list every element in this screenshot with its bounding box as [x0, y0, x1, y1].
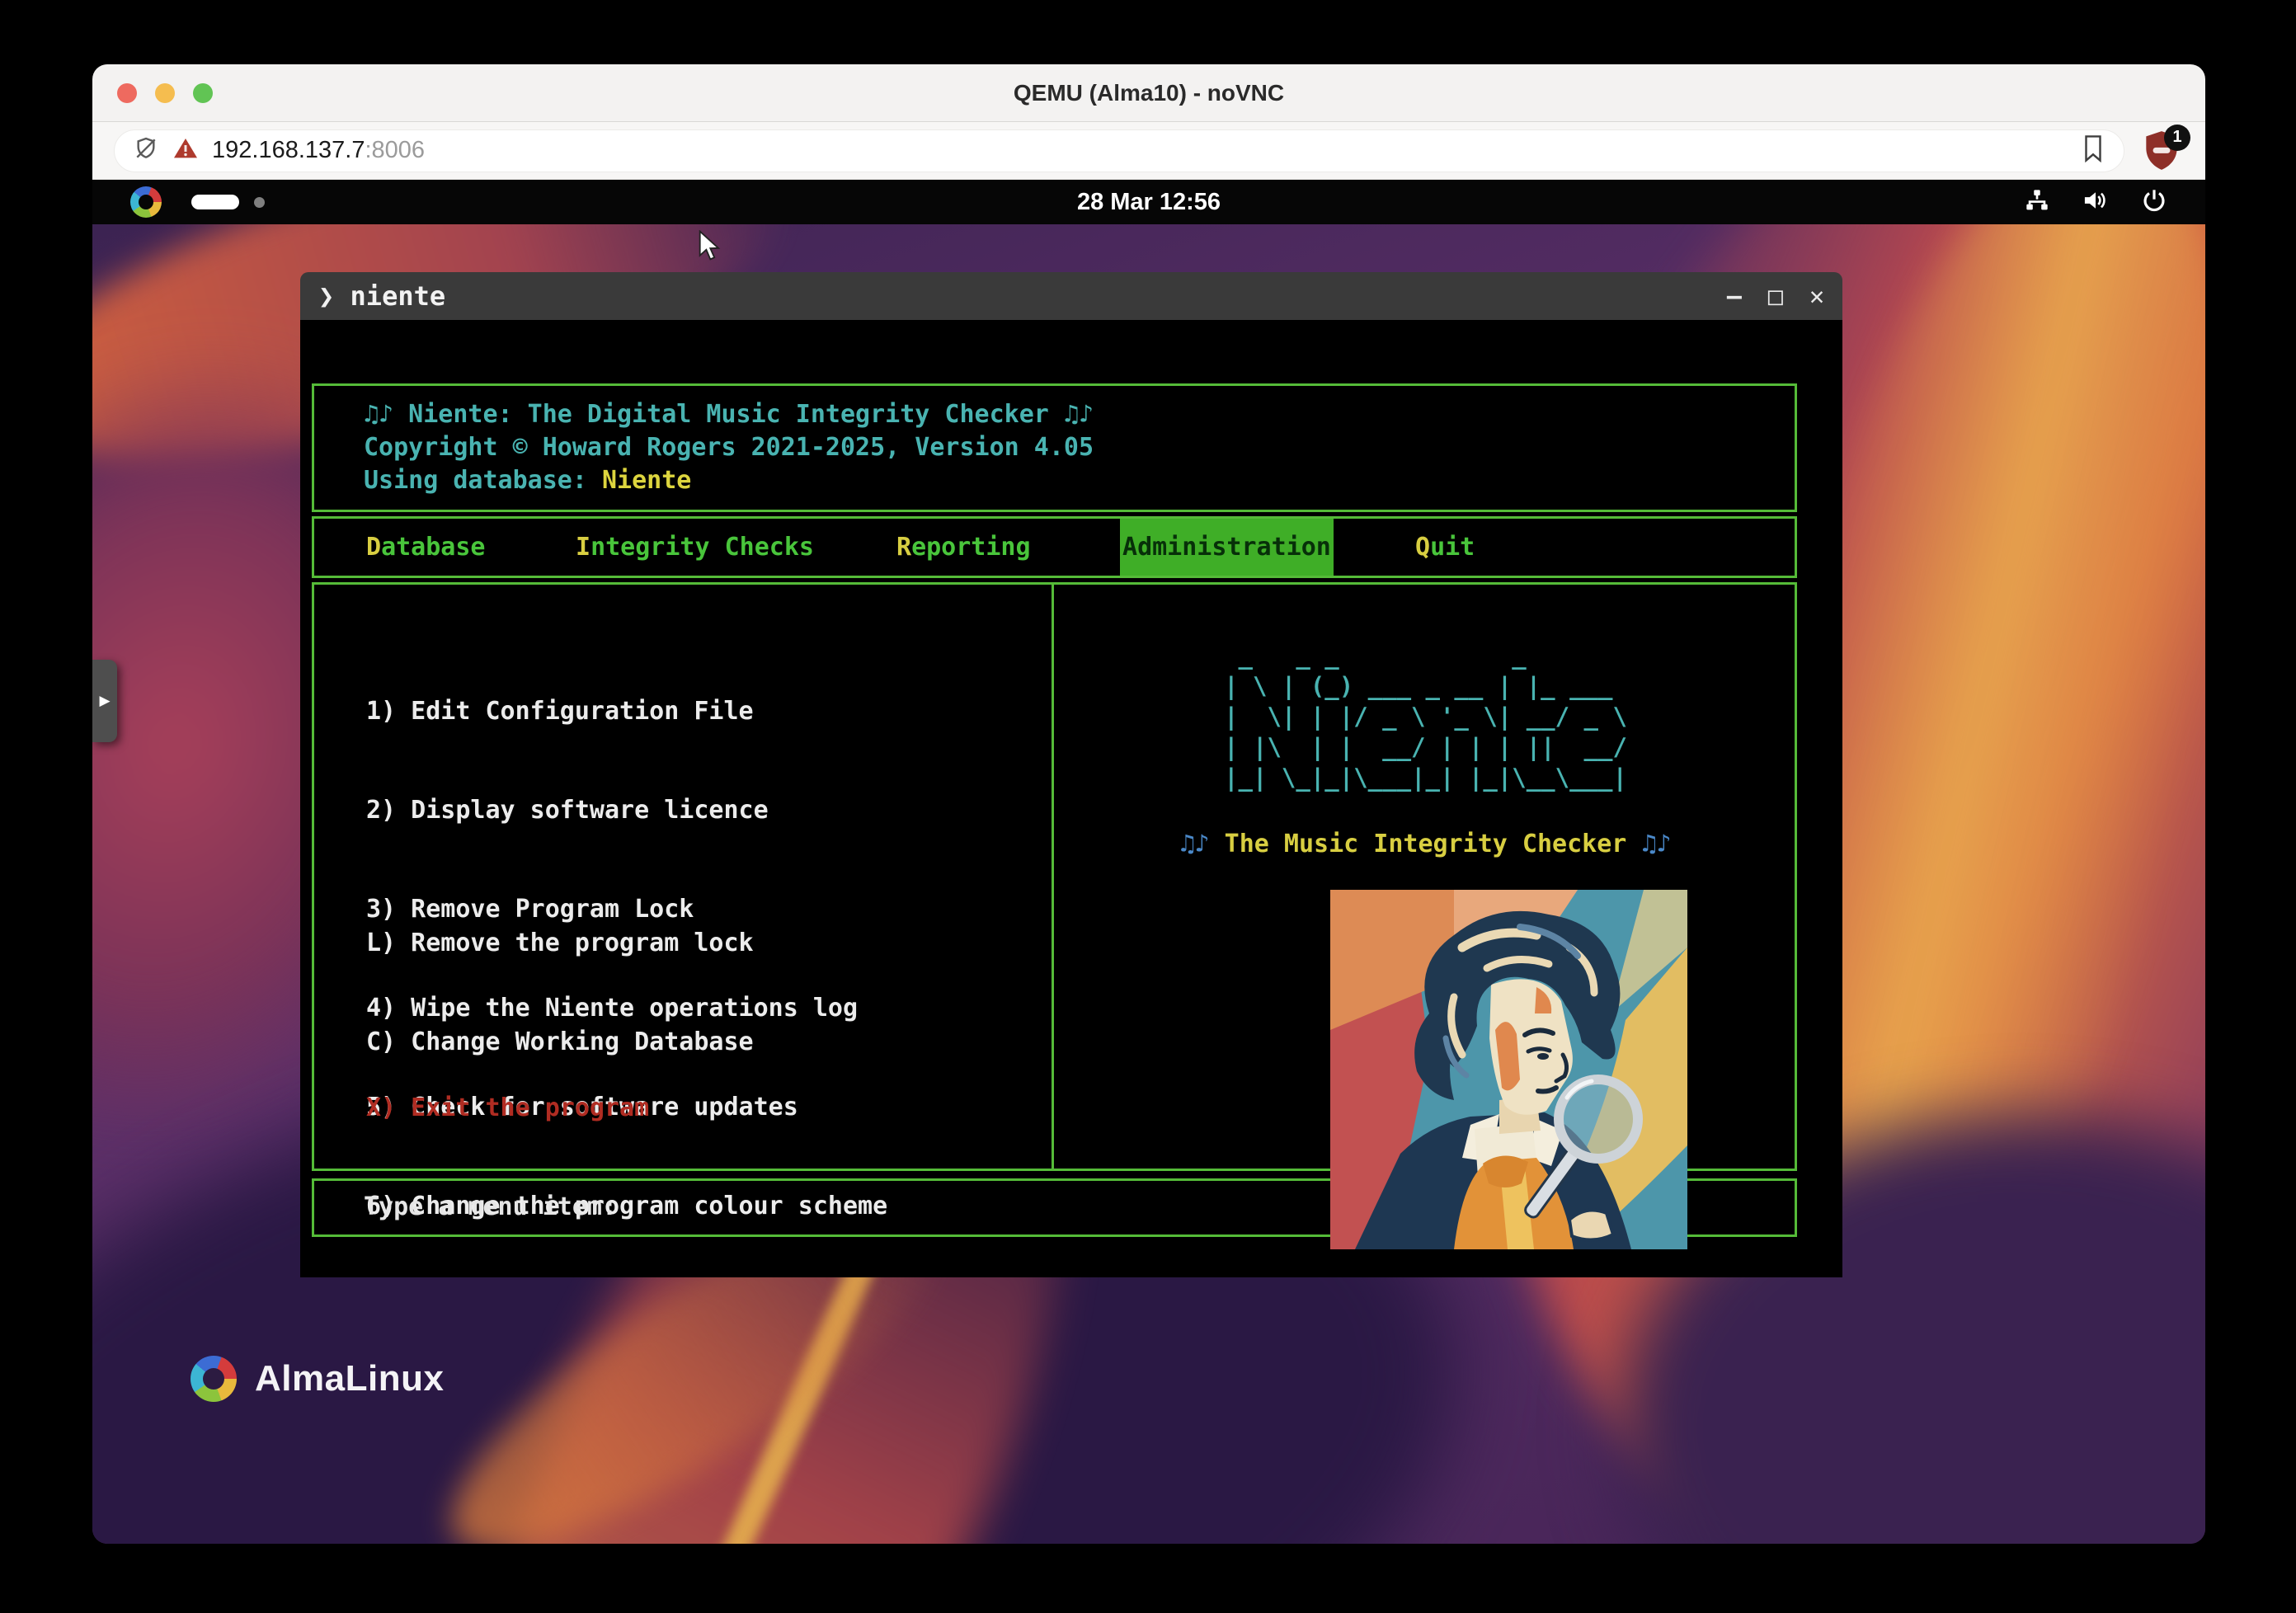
url-port: :8006	[365, 137, 425, 163]
almalinux-logo-icon	[191, 1356, 237, 1402]
app-tagline: ♫♪ The Music Integrity Checker ♫♪	[1054, 828, 1797, 861]
gnome-clock[interactable]: 28 Mar 12:56	[1077, 189, 1221, 216]
address-bar[interactable]: 192.168.137.7:8006	[114, 129, 2124, 172]
terminal-window-controls: – □ ✕	[1727, 282, 1824, 311]
app-database-line: Using database: Niente	[364, 464, 1795, 497]
beethoven-artwork	[1330, 890, 1687, 1249]
app-copyright-line: Copyright © Howard Rogers 2021-2025, Ver…	[364, 431, 1795, 464]
terminal-maximize-icon[interactable]: □	[1768, 282, 1783, 311]
submenu-item: 2) Display software licence	[366, 794, 887, 827]
mouse-cursor	[696, 230, 724, 267]
submenu-letter-items: L) Remove the program lock C) Change Wor…	[366, 861, 754, 1125]
submenu-item: C) Change Working Database	[366, 1026, 754, 1059]
network-icon[interactable]	[2024, 187, 2050, 218]
submenu-item: 1) Edit Configuration File	[366, 695, 887, 728]
activities-distro-icon[interactable]	[130, 186, 162, 218]
browser-window: QEMU (Alma10) - noVNC 192.168.137.7:8006	[92, 64, 2205, 1544]
shield-badge-count: 1	[2164, 125, 2190, 151]
shield-off-icon	[133, 135, 159, 166]
submenu-exit-item: X) Exit the program	[366, 1092, 649, 1125]
browser-titlebar: QEMU (Alma10) - noVNC	[92, 64, 2205, 122]
gnome-top-bar: 28 Mar 12:56	[92, 180, 2205, 224]
insecure-warning-icon	[172, 135, 199, 166]
menu-item-reporting[interactable]: Reporting	[896, 519, 1031, 576]
desktop: ▶ ❯ niente – □ ✕	[92, 224, 2205, 1544]
almalinux-logo-text: AlmaLinux	[255, 1358, 444, 1399]
volume-icon[interactable]	[2082, 187, 2110, 218]
fullscreen-window-button[interactable]	[193, 83, 213, 103]
terminal-window: ❯ niente – □ ✕ ♫♪ Niente: The Digital Mu…	[300, 272, 1842, 1277]
menu-item-quit[interactable]: Quit	[1415, 519, 1475, 576]
terminal-titlebar[interactable]: ❯ niente – □ ✕	[300, 272, 1842, 320]
workspace-indicator-active[interactable]	[191, 195, 239, 209]
music-notes-icon: ♫♪	[1641, 830, 1671, 858]
expand-arrow-icon: ▶	[99, 693, 110, 709]
almalinux-logo: AlmaLinux	[191, 1356, 444, 1402]
url-text[interactable]: 192.168.137.7:8006	[212, 137, 425, 164]
gnome-system-tray	[2024, 187, 2167, 218]
menu-bar-box: Database Integrity Checks Reporting Admi…	[312, 516, 1797, 578]
novnc-panel-handle[interactable]: ▶	[92, 660, 117, 742]
terminal-screen[interactable]: ♫♪ Niente: The Digital Music Integrity C…	[300, 320, 1842, 1277]
url-toolbar: 192.168.137.7:8006 1	[92, 122, 2205, 180]
close-window-button[interactable]	[117, 83, 137, 103]
menu-item-integrity-checks[interactable]: Integrity Checks	[576, 519, 814, 576]
shield-extension-button[interactable]: 1	[2141, 128, 2184, 174]
browser-title: QEMU (Alma10) - noVNC	[92, 80, 2205, 106]
database-name: Niente	[602, 466, 691, 495]
menu-item-database[interactable]: Database	[366, 519, 486, 576]
music-notes-icon: ♫♪	[1179, 830, 1209, 858]
workspace-indicator-dot[interactable]	[254, 197, 265, 208]
terminal-close-icon[interactable]: ✕	[1809, 282, 1824, 311]
terminal-minimize-icon[interactable]: –	[1727, 282, 1742, 311]
app-title-line: ♫♪ Niente: The Digital Music Integrity C…	[364, 398, 1795, 431]
menu-item-administration[interactable]: Administration	[1120, 519, 1334, 576]
submenu-item: L) Remove the program lock	[366, 927, 754, 960]
terminal-title: ❯ niente	[318, 280, 445, 312]
bookmark-icon[interactable]	[2081, 134, 2105, 167]
power-icon[interactable]	[2141, 187, 2167, 218]
app-header-box: ♫♪ Niente: The Digital Music Integrity C…	[312, 383, 1797, 512]
niente-ascii-logo: _ _ _ _ | \ | (_) ___ _ __ | |_ ___ | \|…	[1054, 641, 1797, 793]
minimize-window-button[interactable]	[155, 83, 175, 103]
traffic-lights	[117, 64, 213, 121]
vnc-viewport: 28 Mar 12:56	[92, 180, 2205, 1544]
